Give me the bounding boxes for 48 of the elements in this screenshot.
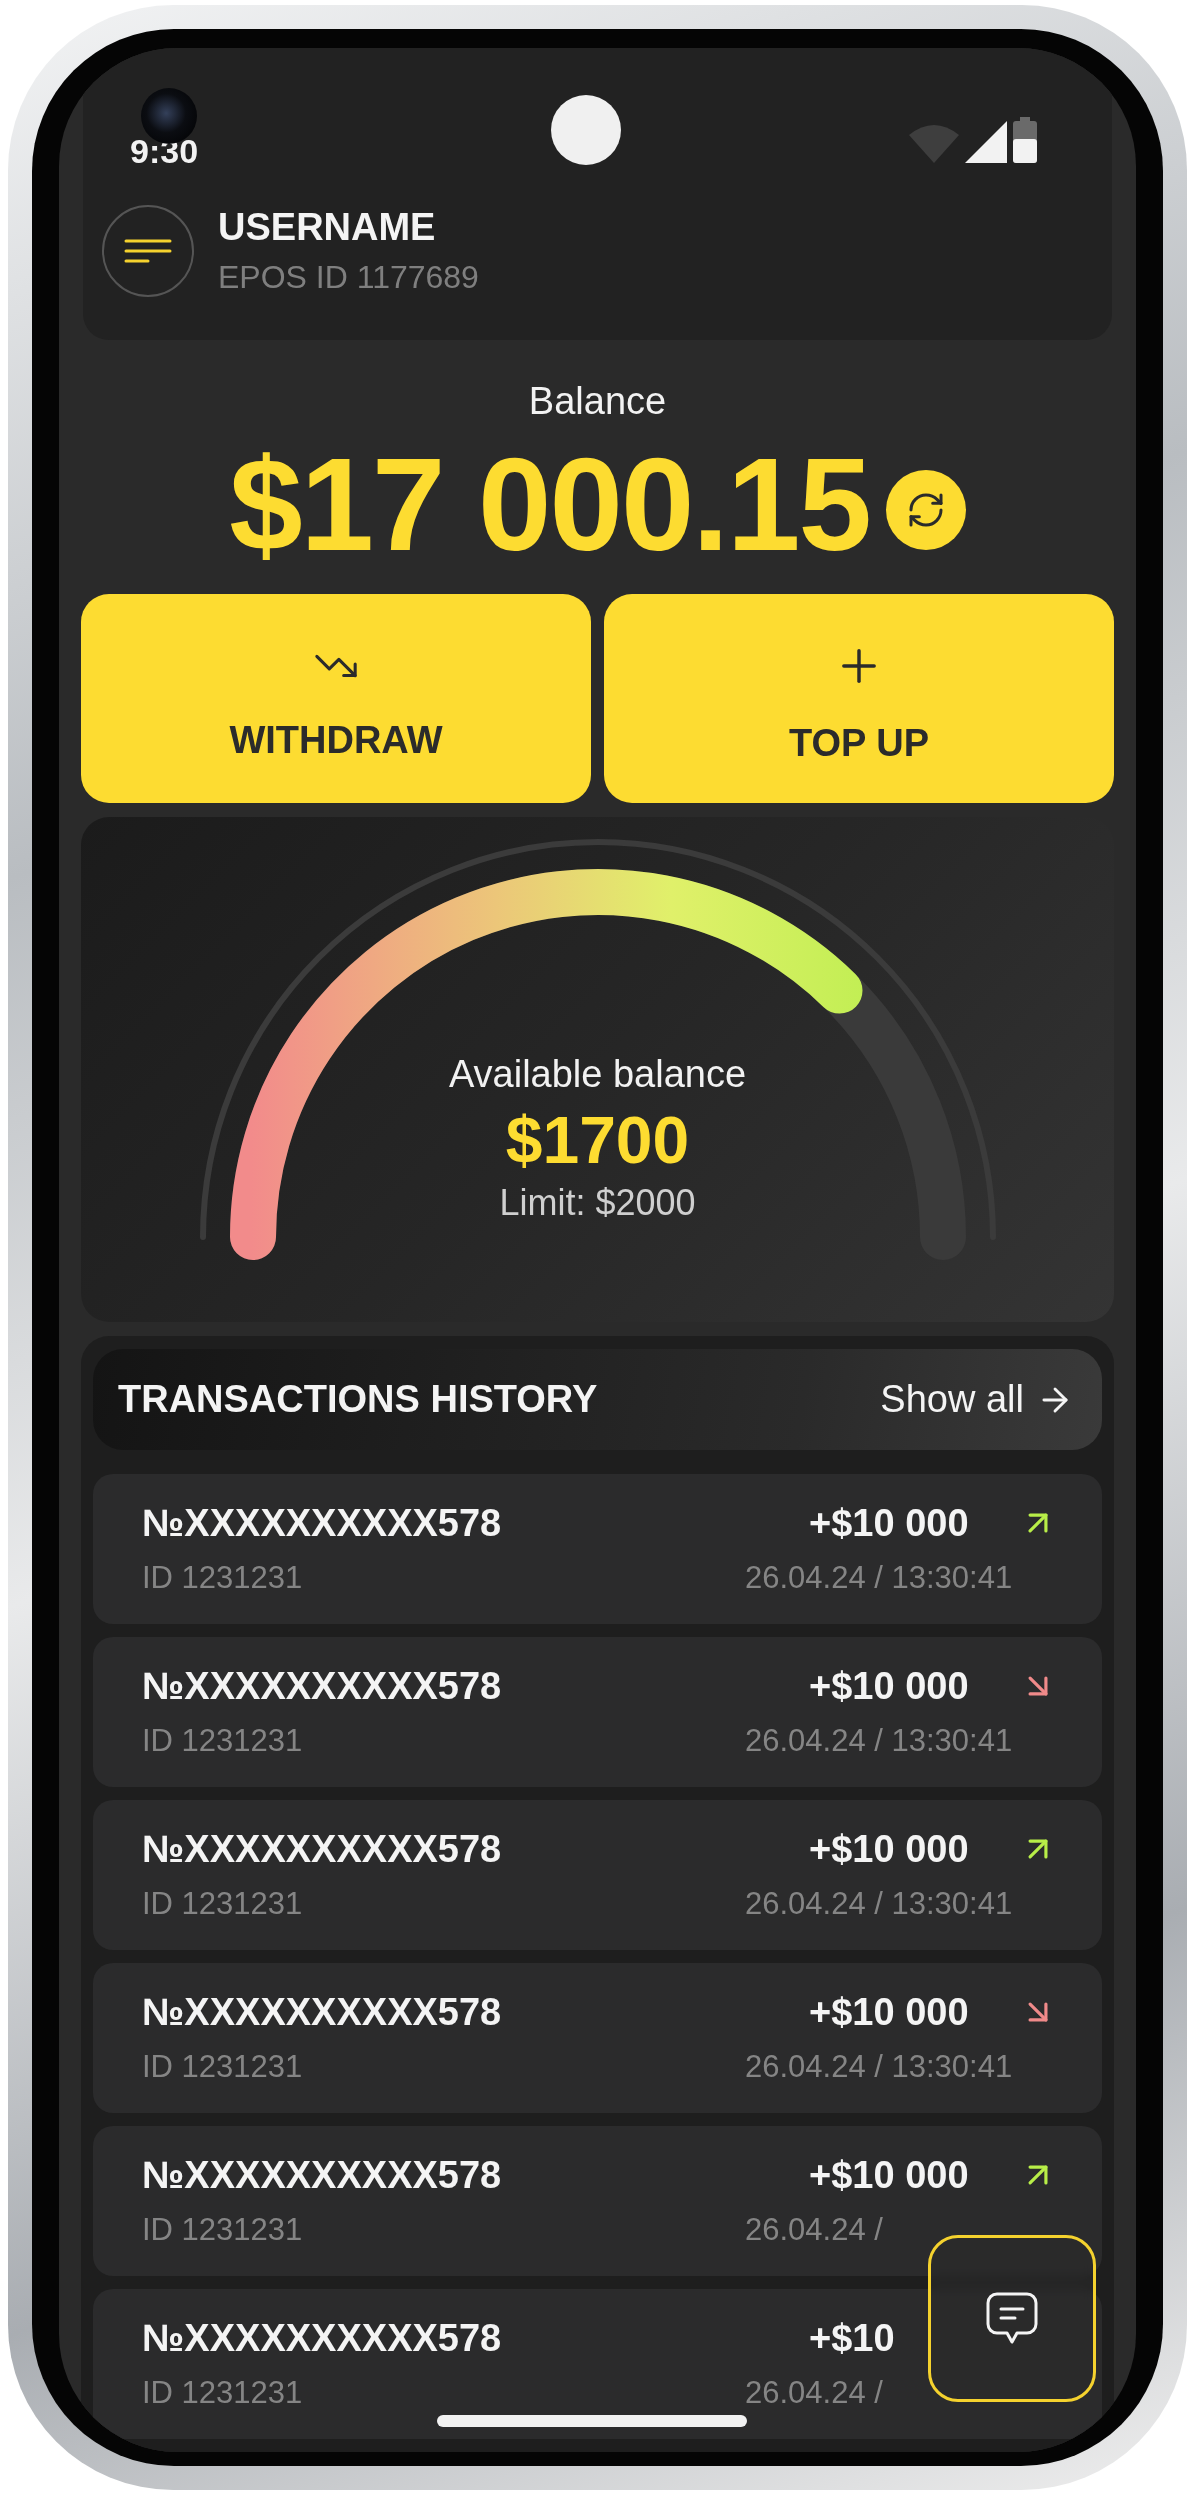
transaction-row[interactable]: №XXXXXXXXXX578 ID 1231231 +$10 000 26.04.24 / bbox=[93, 2126, 1102, 2276]
transaction-number: №XXXXXXXXXX578 bbox=[142, 1827, 502, 1871]
transaction-number: №XXXXXXXXXX578 bbox=[142, 2316, 502, 2360]
wifi-icon bbox=[909, 123, 959, 163]
transaction-amount: +$10 000 bbox=[809, 1501, 969, 1545]
transaction-date: 26.04.24 / 13:30:41 bbox=[745, 1885, 1014, 1923]
transaction-amount: +$10 000 bbox=[809, 1990, 969, 2034]
top-up-button[interactable]: TOP UP bbox=[604, 593, 1114, 803]
transaction-date: 26.04.24 / bbox=[745, 2374, 884, 2412]
transaction-date: 26.04.24 / 13:30:41 bbox=[745, 1722, 1014, 1760]
transaction-number: №XXXXXXXXXX578 bbox=[142, 1664, 502, 1708]
transaction-row[interactable]: №XXXXXXXXXX578 ID 1231231 +$10 000 26.04.24 / 13:30:41 bbox=[93, 1474, 1102, 1624]
transaction-id: ID 1231231 bbox=[142, 2048, 304, 2086]
transaction-id: ID 1231231 bbox=[142, 1722, 304, 1760]
transaction-date: 26.04.24 / 13:30:41 bbox=[745, 1559, 1014, 1597]
transaction-id: ID 1231231 bbox=[142, 1559, 304, 1597]
transaction-amount: +$10 bbox=[809, 2316, 895, 2360]
transaction-date: 26.04.24 / bbox=[745, 2211, 884, 2249]
transaction-amount: +$10 000 bbox=[809, 1827, 969, 1871]
transaction-row[interactable]: №XXXXXXXXXX578 ID 1231231 +$10 26.04.24 / bbox=[93, 2289, 1102, 2439]
show-all-link[interactable]: Show all bbox=[880, 1378, 1074, 1421]
limit-text: Limit: $2000 bbox=[499, 1180, 696, 1225]
transaction-date: 26.04.24 / 13:30:41 bbox=[745, 2048, 1014, 2086]
transaction-amount: +$10 000 bbox=[809, 1664, 969, 1708]
transaction-id: ID 1231231 bbox=[142, 2374, 304, 2412]
transaction-id: ID 1231231 bbox=[142, 1885, 304, 1923]
status-time: 9:30 bbox=[130, 131, 199, 171]
menu-button[interactable] bbox=[102, 205, 194, 297]
balance-label: Balance bbox=[527, 378, 668, 424]
transaction-number: №XXXXXXXXXX578 bbox=[142, 1501, 502, 1545]
chat-button[interactable] bbox=[928, 2235, 1096, 2402]
gauge-label: Available balance bbox=[448, 1051, 747, 1097]
transaction-amount: +$10 000 bbox=[809, 2153, 969, 2197]
battery-icon bbox=[1013, 117, 1037, 163]
transaction-row[interactable]: №XXXXXXXXXX578 ID 1231231 +$10 000 26.04.24 / 13:30:41 bbox=[93, 1637, 1102, 1787]
available-amount: $1700 bbox=[505, 1101, 690, 1179]
balance-amount: $17 000.15 bbox=[229, 430, 870, 581]
withdraw-button[interactable]: WITHDRAW bbox=[81, 593, 591, 803]
menu-icon bbox=[124, 239, 172, 263]
signal-icon bbox=[965, 121, 1007, 163]
transaction-number: №XXXXXXXXXX578 bbox=[142, 1990, 502, 2034]
transaction-number: №XXXXXXXXXX578 bbox=[142, 2153, 502, 2197]
epos-id: EPOS ID 1177689 bbox=[218, 259, 479, 296]
transaction-id: ID 1231231 bbox=[142, 2211, 304, 2249]
transaction-row[interactable]: №XXXXXXXXXX578 ID 1231231 +$10 000 26.04.24 / 13:30:41 bbox=[93, 1800, 1102, 1950]
transactions-title: TRANSACTIONS HISTORY bbox=[118, 1378, 598, 1421]
username: USERNAME bbox=[218, 206, 437, 249]
transaction-row[interactable]: №XXXXXXXXXX578 ID 1231231 +$10 000 26.04.24 / 13:30:41 bbox=[93, 1963, 1102, 2113]
